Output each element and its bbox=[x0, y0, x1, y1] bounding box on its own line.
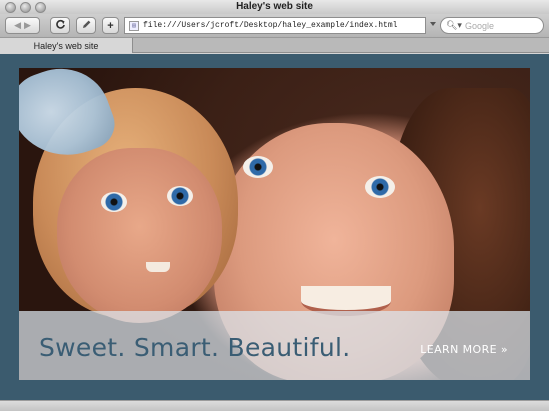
learn-more-link[interactable]: LEARN MORE » bbox=[420, 343, 508, 356]
add-bookmark-button[interactable]: + bbox=[102, 17, 119, 34]
reload-icon bbox=[55, 19, 66, 33]
hero-photo-eye bbox=[243, 156, 273, 178]
hero-photo-eye bbox=[167, 186, 193, 206]
window-title: Haley's web site bbox=[236, 1, 313, 12]
address-bar[interactable]: ▤ file:///Users/jcroft/Desktop/haley_exa… bbox=[124, 17, 426, 34]
url-text[interactable]: file:///Users/jcroft/Desktop/haley_examp… bbox=[143, 21, 397, 30]
hero-banner: Sweet. Smart. Beautiful. LEARN MORE » bbox=[19, 68, 530, 380]
page-content: Sweet. Smart. Beautiful. LEARN MORE » bbox=[0, 54, 549, 400]
back-arrow-icon[interactable]: ◀ bbox=[14, 20, 21, 31]
address-dropdown-icon[interactable] bbox=[430, 22, 436, 26]
hero-photo-teeth bbox=[146, 262, 170, 272]
search-icon[interactable]: 🔍︎▾ bbox=[446, 20, 462, 31]
hero-tagline: Sweet. Smart. Beautiful. bbox=[39, 333, 351, 362]
forward-arrow-icon[interactable]: ▶ bbox=[24, 20, 31, 31]
hero-photo-doll bbox=[57, 148, 222, 323]
hero-photo-eye bbox=[365, 176, 395, 198]
search-field[interactable]: 🔍︎▾ Google bbox=[440, 17, 544, 34]
tab-bar: Haley's web site bbox=[0, 37, 549, 53]
tab-haleys-web-site[interactable]: Haley's web site bbox=[0, 38, 133, 53]
pencil-icon bbox=[81, 19, 92, 33]
plus-icon: + bbox=[107, 19, 114, 32]
hero-caption-overlay: Sweet. Smart. Beautiful. LEARN MORE » bbox=[19, 311, 530, 380]
status-bar bbox=[0, 400, 549, 411]
page-icon: ▤ bbox=[129, 20, 139, 31]
back-forward-buttons[interactable]: ◀ ▶ bbox=[5, 17, 40, 34]
edit-button[interactable] bbox=[76, 17, 96, 34]
title-bar: Haley's web site bbox=[0, 0, 549, 14]
reload-button[interactable] bbox=[50, 17, 70, 34]
hero-photo-eye bbox=[101, 192, 127, 212]
browser-toolbar: ◀ ▶ + ▤ file:///Users/jcroft/Desktop/hal… bbox=[0, 14, 549, 37]
search-placeholder: Google bbox=[464, 20, 494, 31]
